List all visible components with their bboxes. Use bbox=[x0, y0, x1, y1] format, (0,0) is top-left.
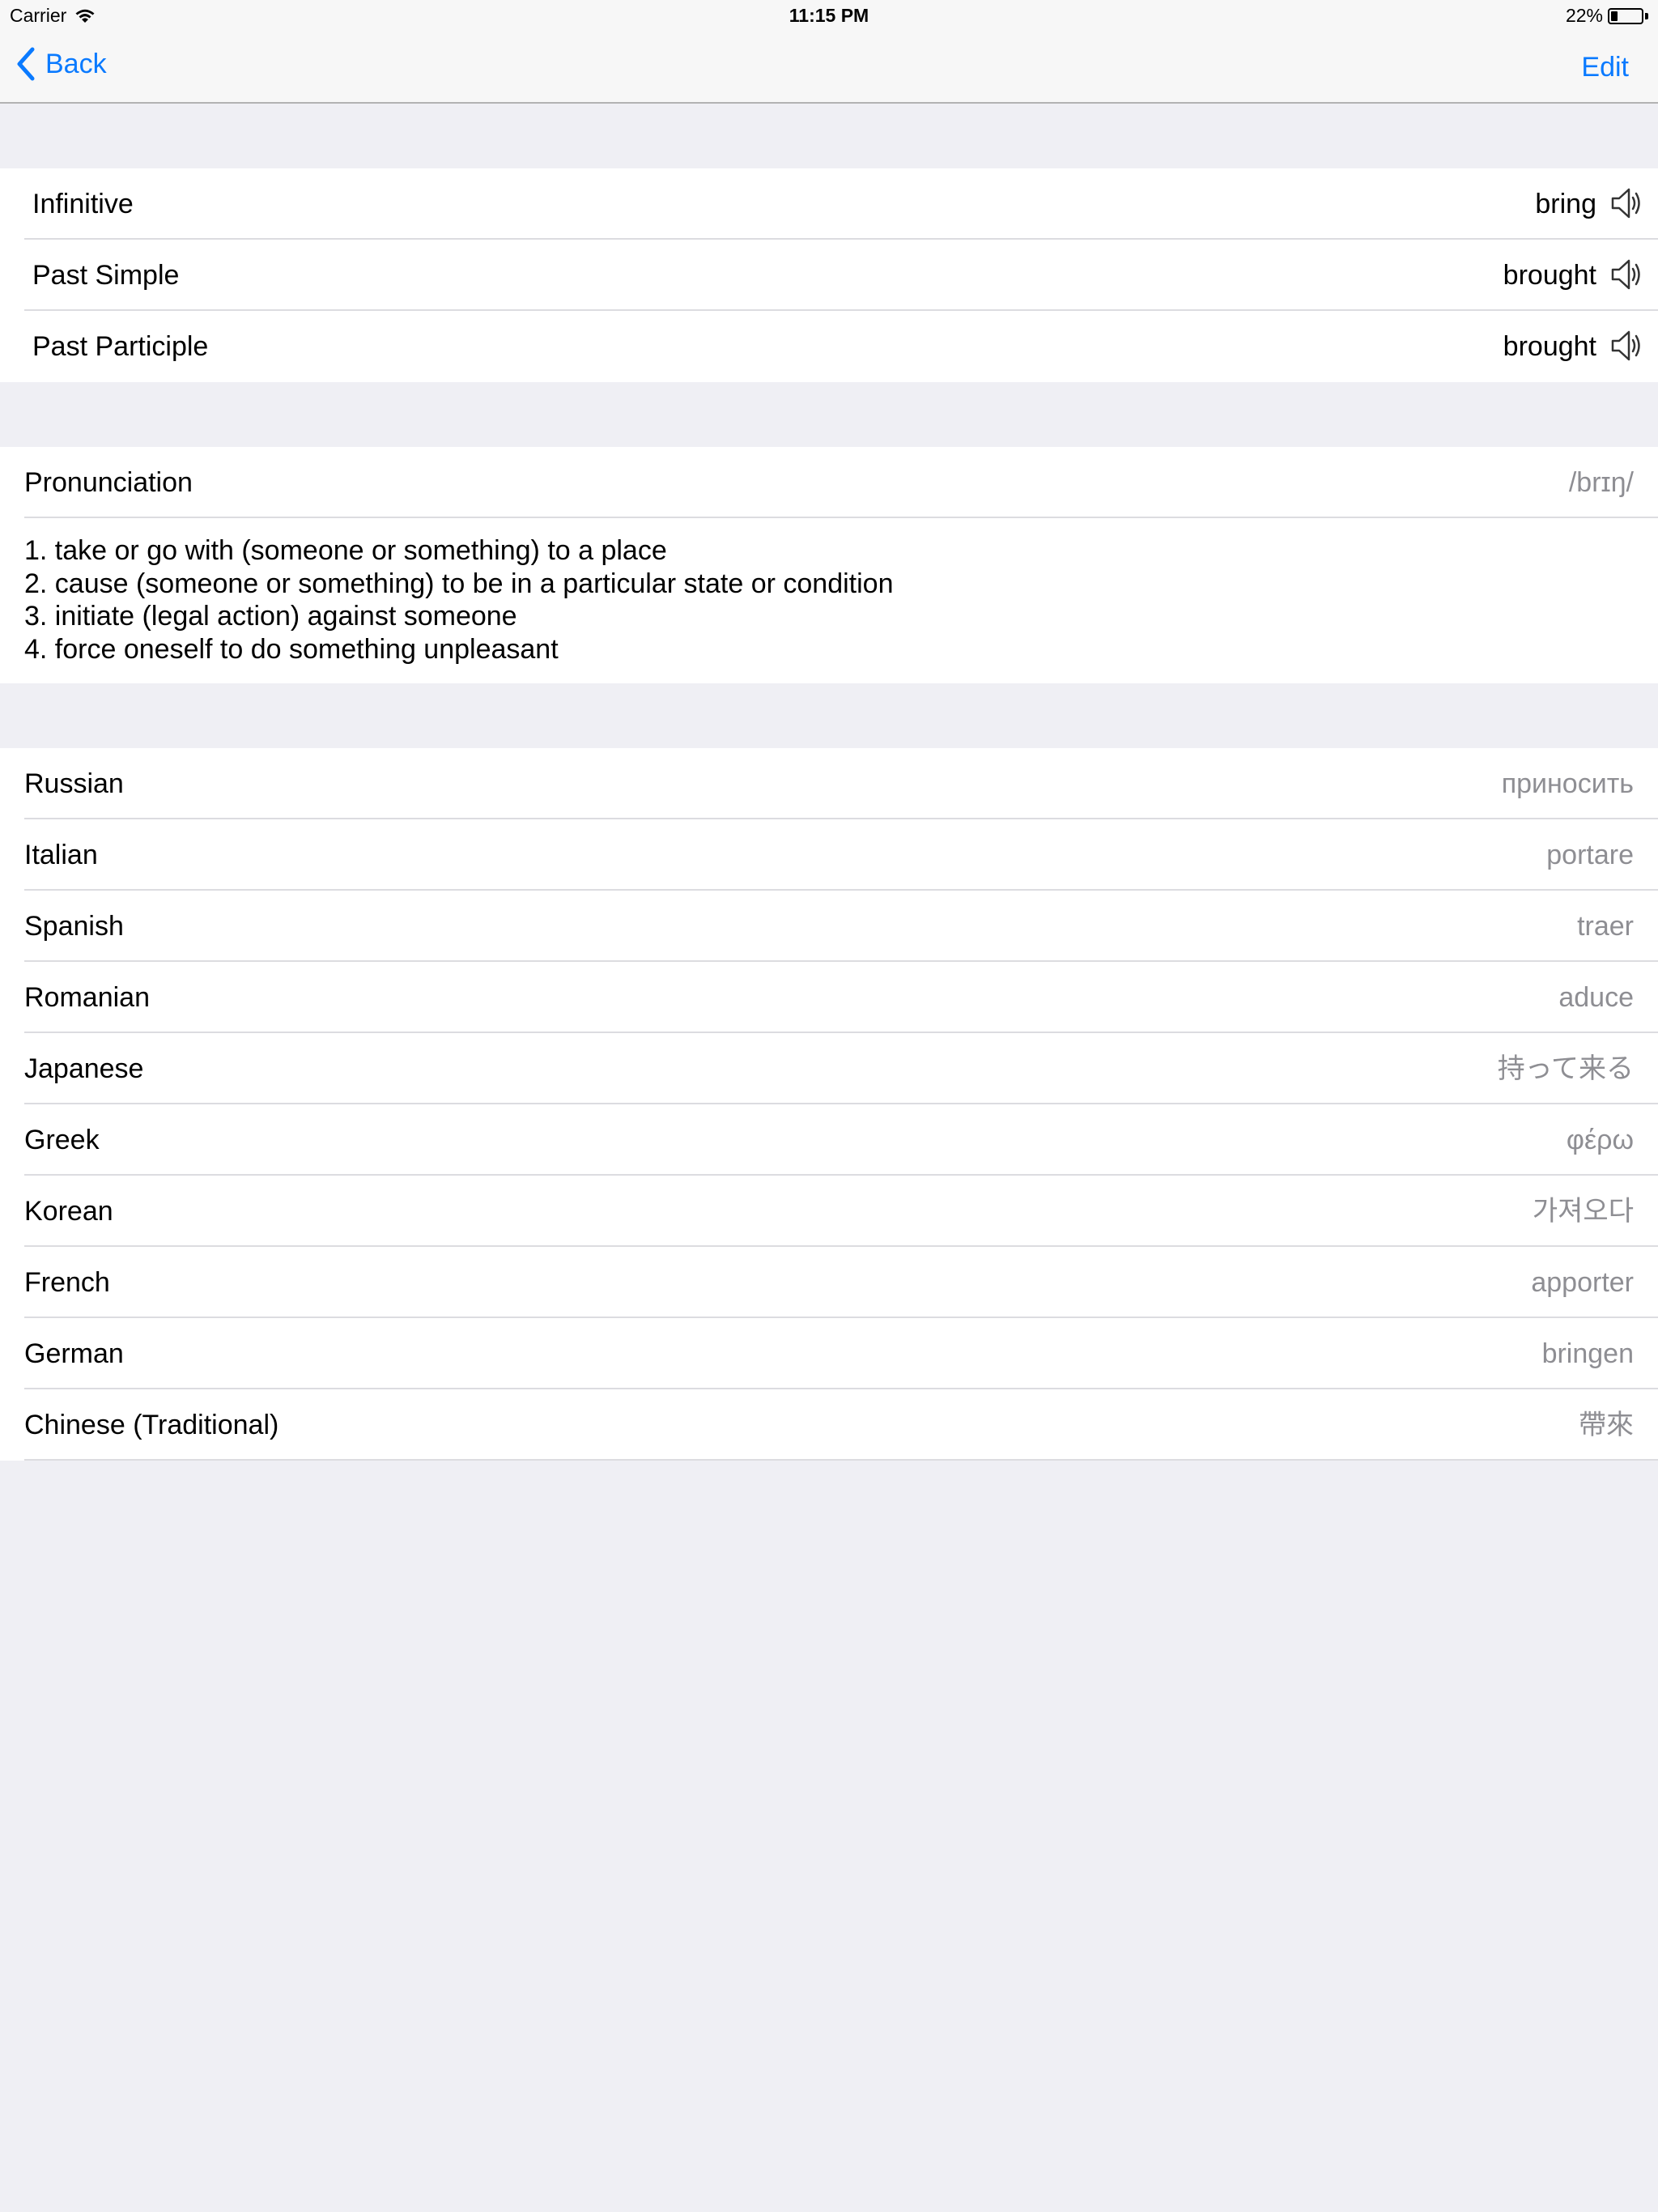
definition-item: 2. cause (someone or something) to be in… bbox=[24, 568, 894, 599]
verb-forms-section: Infinitive bring Past Simple brought Past Pa… bbox=[0, 168, 1658, 382]
translation-value: φέρω bbox=[1566, 1125, 1634, 1155]
translation-row: German bringen bbox=[0, 1318, 1658, 1389]
status-time: 11:15 PM bbox=[789, 5, 869, 26]
pronunciation-section: Pronunciation /brɪŋ/ 1. take or go with … bbox=[0, 447, 1658, 683]
translation-language: French bbox=[24, 1267, 110, 1298]
translation-row: Italian portare bbox=[0, 819, 1658, 891]
translation-language: Spanish bbox=[24, 911, 124, 942]
speaker-icon[interactable] bbox=[1608, 185, 1645, 222]
battery-fill bbox=[1611, 11, 1618, 21]
definition-item: 1. take or go with (someone or something… bbox=[24, 535, 667, 566]
translations-section: Russian приносить Italian portare Spanish tra… bbox=[0, 748, 1658, 1461]
translation-value: apporter bbox=[1531, 1267, 1634, 1298]
translation-language: Italian bbox=[24, 840, 98, 870]
translation-value: aduce bbox=[1558, 982, 1634, 1013]
verb-form-value: brought bbox=[1503, 260, 1596, 291]
translation-language: Russian bbox=[24, 768, 124, 799]
battery-tip bbox=[1645, 12, 1648, 19]
translation-value: bringen bbox=[1541, 1338, 1634, 1369]
translation-value: traer bbox=[1577, 911, 1634, 942]
translation-row: Korean 가져오다 bbox=[0, 1176, 1658, 1247]
status-bar: Carrier 11:15 PM 22% bbox=[0, 0, 1658, 32]
chevron-left-icon bbox=[17, 47, 35, 81]
speaker-icon[interactable] bbox=[1608, 327, 1645, 364]
translation-language: Japanese bbox=[24, 1053, 144, 1084]
pronunciation-value: /brɪŋ/ bbox=[1568, 467, 1634, 498]
translation-row: Spanish traer bbox=[0, 891, 1658, 962]
translation-row: Romanian aduce bbox=[0, 962, 1658, 1033]
definition-item: 4. force oneself to do something unpleas… bbox=[24, 633, 559, 665]
translation-value: приносить bbox=[1501, 768, 1634, 799]
translation-language: Chinese (Traditional) bbox=[24, 1410, 279, 1440]
translation-value: portare bbox=[1546, 840, 1634, 870]
translation-row: French apporter bbox=[0, 1247, 1658, 1318]
back-button[interactable]: Back bbox=[16, 47, 107, 81]
battery-percent: 22% bbox=[1565, 5, 1603, 26]
pronunciation-row: Pronunciation /brɪŋ/ bbox=[0, 447, 1658, 518]
speaker-icon[interactable] bbox=[1608, 256, 1645, 293]
verb-form-label: Past Participle bbox=[32, 331, 209, 362]
translation-language: Korean bbox=[24, 1196, 113, 1227]
navigation-bar: Back Edit bbox=[0, 32, 1658, 104]
translation-row: Japanese 持って来る bbox=[0, 1033, 1658, 1104]
definition-item: 3. initiate (legal action) against someo… bbox=[24, 601, 517, 632]
verb-form-value: brought bbox=[1503, 331, 1596, 362]
translation-row: Greek φέρω bbox=[0, 1104, 1658, 1176]
back-label: Back bbox=[45, 48, 107, 79]
verb-form-label: Past Simple bbox=[32, 260, 180, 291]
definitions-list: 1. take or go with (someone or something… bbox=[0, 518, 1658, 666]
verb-form-row: Infinitive bring bbox=[0, 168, 1658, 240]
battery-icon bbox=[1608, 7, 1643, 24]
translation-value: 持って来る bbox=[1497, 1053, 1634, 1084]
translation-value: 가져오다 bbox=[1532, 1196, 1634, 1227]
translation-language: German bbox=[24, 1338, 124, 1369]
translation-language: Romanian bbox=[24, 982, 150, 1013]
edit-button[interactable]: Edit bbox=[1581, 52, 1629, 83]
verb-form-row: Past Simple brought bbox=[0, 240, 1658, 311]
verb-form-value: bring bbox=[1535, 189, 1596, 219]
translation-value: 帶來 bbox=[1579, 1410, 1634, 1440]
status-right: 22% bbox=[1566, 5, 1648, 27]
verb-form-row: Past Participle brought bbox=[0, 311, 1658, 382]
pronunciation-label: Pronunciation bbox=[24, 467, 193, 498]
translation-row: Chinese (Traditional) 帶來 bbox=[0, 1389, 1658, 1461]
verb-form-label: Infinitive bbox=[32, 189, 134, 219]
translation-language: Greek bbox=[24, 1125, 100, 1155]
translation-row: Russian приносить bbox=[0, 748, 1658, 819]
